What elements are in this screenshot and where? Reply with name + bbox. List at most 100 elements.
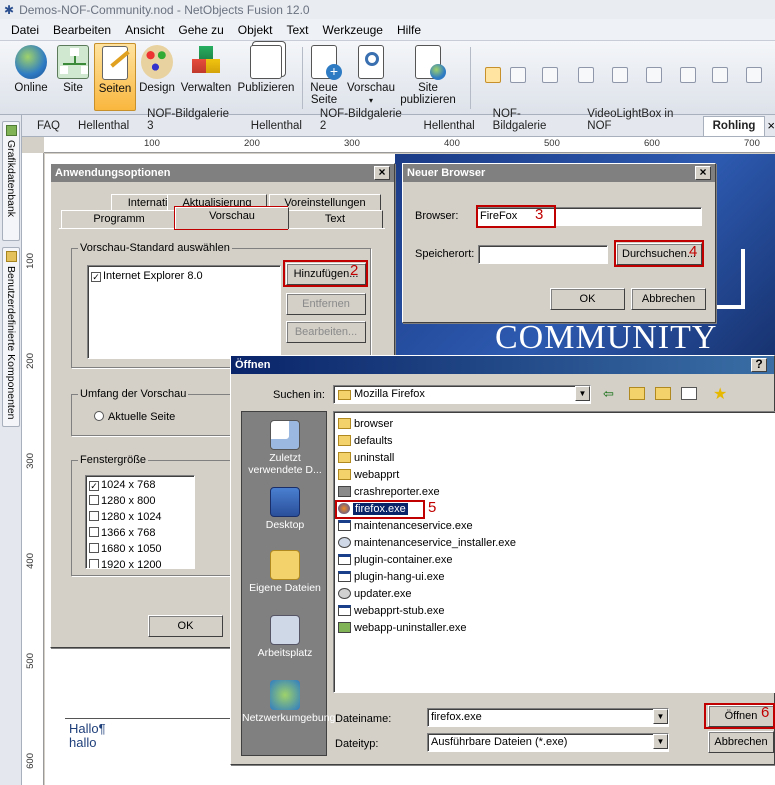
menu-hilfe[interactable]: Hilfe (390, 23, 428, 37)
file-list[interactable]: browser defaults uninstall webapprt cras… (333, 411, 775, 693)
tab-programm[interactable]: Programm (61, 210, 177, 228)
list-item[interactable]: maintenanceservice_installer.exe (338, 535, 516, 552)
list-item[interactable]: 1920 x 1200 (89, 557, 191, 568)
list-item[interactable]: 1280 x 1024 (89, 509, 191, 525)
tab-text[interactable]: Text (287, 210, 383, 228)
publizieren-button[interactable]: Publizieren (236, 45, 296, 94)
chevron-down-icon[interactable]: ▼ (653, 709, 668, 724)
list-item[interactable]: defaults (338, 433, 393, 450)
neue-seite-button[interactable]: + Neue Seite (306, 45, 342, 106)
close-icon[interactable]: × (374, 166, 390, 180)
tab-hellenthal-3[interactable]: Hellenthal (415, 117, 484, 136)
text-tool-icon[interactable] (542, 67, 558, 83)
place-recent[interactable]: Zuletzt verwendete D... (242, 420, 328, 476)
list-item[interactable]: browser (338, 416, 393, 433)
table-tool-icon[interactable] (646, 67, 662, 83)
list-item[interactable]: crashreporter.exe (338, 484, 440, 501)
menu-bearbeiten[interactable]: Bearbeiten (46, 23, 118, 37)
seiten-button[interactable]: Seiten (94, 43, 136, 111)
bearbeiten-button[interactable]: Bearbeiten... (286, 321, 366, 343)
design-button[interactable]: Design (139, 45, 175, 94)
tab-nof-bildgalerie[interactable]: NOF-Bildgalerie (484, 105, 579, 136)
menu-ansicht[interactable]: Ansicht (118, 23, 171, 37)
list-item[interactable]: ✓ Internet Explorer 8.0 (91, 268, 277, 284)
ok-button[interactable]: OK (550, 288, 625, 310)
filename-input[interactable]: firefox.exe ▼ (427, 708, 669, 727)
close-tab-icon[interactable]: × (765, 118, 775, 136)
filetype-dropdown[interactable]: Ausführbare Dateien (*.exe) ▼ (427, 733, 669, 752)
entfernen-button[interactable]: Entfernen (286, 293, 366, 315)
online-button[interactable]: Online (10, 45, 52, 94)
place-netzwerk[interactable]: Netzwerkumgebung (242, 680, 335, 724)
list-item[interactable]: uninstall (338, 450, 394, 467)
tab-hellenthal-2[interactable]: Hellenthal (242, 117, 311, 136)
chevron-down-icon[interactable]: ▾ (369, 96, 373, 105)
path-input[interactable] (478, 245, 608, 264)
abbrechen-button[interactable]: Abbrechen (631, 288, 706, 310)
place-desktop[interactable]: Desktop (242, 487, 328, 531)
zoom-tool-icon[interactable] (510, 67, 526, 83)
shape-tool-icon[interactable] (612, 67, 628, 83)
up-folder-icon[interactable] (629, 387, 645, 400)
menu-objekt[interactable]: Objekt (231, 23, 280, 37)
checkbox-checked-icon[interactable]: ✓ (91, 272, 101, 282)
list-item[interactable]: plugin-container.exe (338, 552, 452, 569)
place-arbeitsplatz[interactable]: Arbeitsplatz (242, 615, 328, 659)
document-tab-bar: FAQ Hellenthal NOF-Bildgalerie 3 Hellent… (22, 108, 775, 137)
tab-hellenthal-1[interactable]: Hellenthal (69, 117, 138, 136)
place-eigene-dateien[interactable]: Eigene Dateien (242, 550, 328, 594)
abbrechen-button[interactable]: Abbrechen (708, 731, 774, 753)
palette-icon (141, 45, 173, 79)
menu-datei[interactable]: Datei (4, 23, 46, 37)
site-publizieren-button[interactable]: Site publizieren (398, 45, 458, 106)
new-folder-icon[interactable] (655, 387, 671, 400)
list-item[interactable]: 1366 x 768 (89, 525, 191, 541)
sidebar-tab-komponenten[interactable]: Benutzerdefinierte Komponenten (2, 247, 20, 427)
picture-tool-icon[interactable] (578, 67, 594, 83)
vorschau-button[interactable]: Vorschau ▾ (346, 45, 396, 106)
computer-icon (270, 615, 300, 645)
tab-videolightbox[interactable]: VideoLightBox in NOF (578, 105, 702, 136)
list-item[interactable]: webapprt-stub.exe (338, 603, 445, 620)
menu-werkzeuge[interactable]: Werkzeuge (316, 23, 390, 37)
list-item[interactable]: ✓ 1024 x 768 (89, 477, 191, 493)
browser-list[interactable]: ✓ Internet Explorer 8.0 (87, 265, 281, 359)
list-item[interactable]: 1280 x 800 (89, 493, 191, 509)
page-text-box[interactable]: Hallo¶ hallo (69, 722, 106, 750)
favorites-star-icon[interactable]: ★ (713, 384, 727, 404)
sidebar-tab-grafikdatenbank[interactable]: Grafikdatenbank (2, 121, 20, 241)
list-item[interactable]: maintenanceservice.exe (338, 518, 473, 535)
view-menu-icon[interactable] (681, 387, 697, 400)
installer-icon (338, 537, 351, 548)
tab-vorschau[interactable]: Vorschau (175, 207, 289, 229)
tab-faq[interactable]: FAQ (28, 117, 69, 136)
lookin-dropdown[interactable]: Mozilla Firefox ▼ (333, 385, 591, 404)
site-button[interactable]: Site (57, 45, 89, 94)
banner-text: COMMUNITY (495, 319, 718, 356)
radio-aktuelle-seite[interactable]: Aktuelle Seite (94, 411, 175, 423)
menu-text[interactable]: Text (279, 23, 315, 37)
menu-bar: Datei Bearbeiten Ansicht Gehe zu Objekt … (0, 19, 775, 41)
list-item[interactable]: webapp-uninstaller.exe (338, 620, 467, 637)
pointer-tool-icon[interactable] (485, 67, 501, 83)
tab-rohling[interactable]: Rohling (702, 116, 766, 136)
chevron-down-icon[interactable]: ▼ (575, 386, 590, 401)
tab-nof-bildgalerie-3[interactable]: NOF-Bildgalerie 3 (138, 105, 242, 136)
more-tools-icon[interactable] (746, 67, 762, 83)
frame-tool-icon[interactable] (712, 67, 728, 83)
list-item[interactable]: updater.exe (338, 586, 412, 603)
help-icon[interactable]: ? (751, 358, 767, 372)
radio-icon[interactable] (94, 411, 104, 421)
layout-tool-icon[interactable] (680, 67, 696, 83)
menu-gehe-zu[interactable]: Gehe zu (171, 23, 230, 37)
ok-button[interactable]: OK (148, 615, 223, 637)
window-size-list[interactable]: ✓ 1024 x 768 1280 x 800 1280 x 1024 1366 … (85, 475, 195, 569)
close-icon[interactable]: × (695, 166, 711, 180)
chevron-down-icon[interactable]: ▼ (653, 734, 668, 749)
back-arrow-icon[interactable]: ⇦ (603, 386, 614, 402)
list-item[interactable]: webapprt (338, 467, 399, 484)
list-item[interactable]: plugin-hang-ui.exe (338, 569, 445, 586)
tab-nof-bildgalerie-2[interactable]: NOF-Bildgalerie 2 (311, 105, 415, 136)
verwalten-button[interactable]: Verwalten (180, 45, 232, 94)
list-item[interactable]: 1680 x 1050 (89, 541, 191, 557)
